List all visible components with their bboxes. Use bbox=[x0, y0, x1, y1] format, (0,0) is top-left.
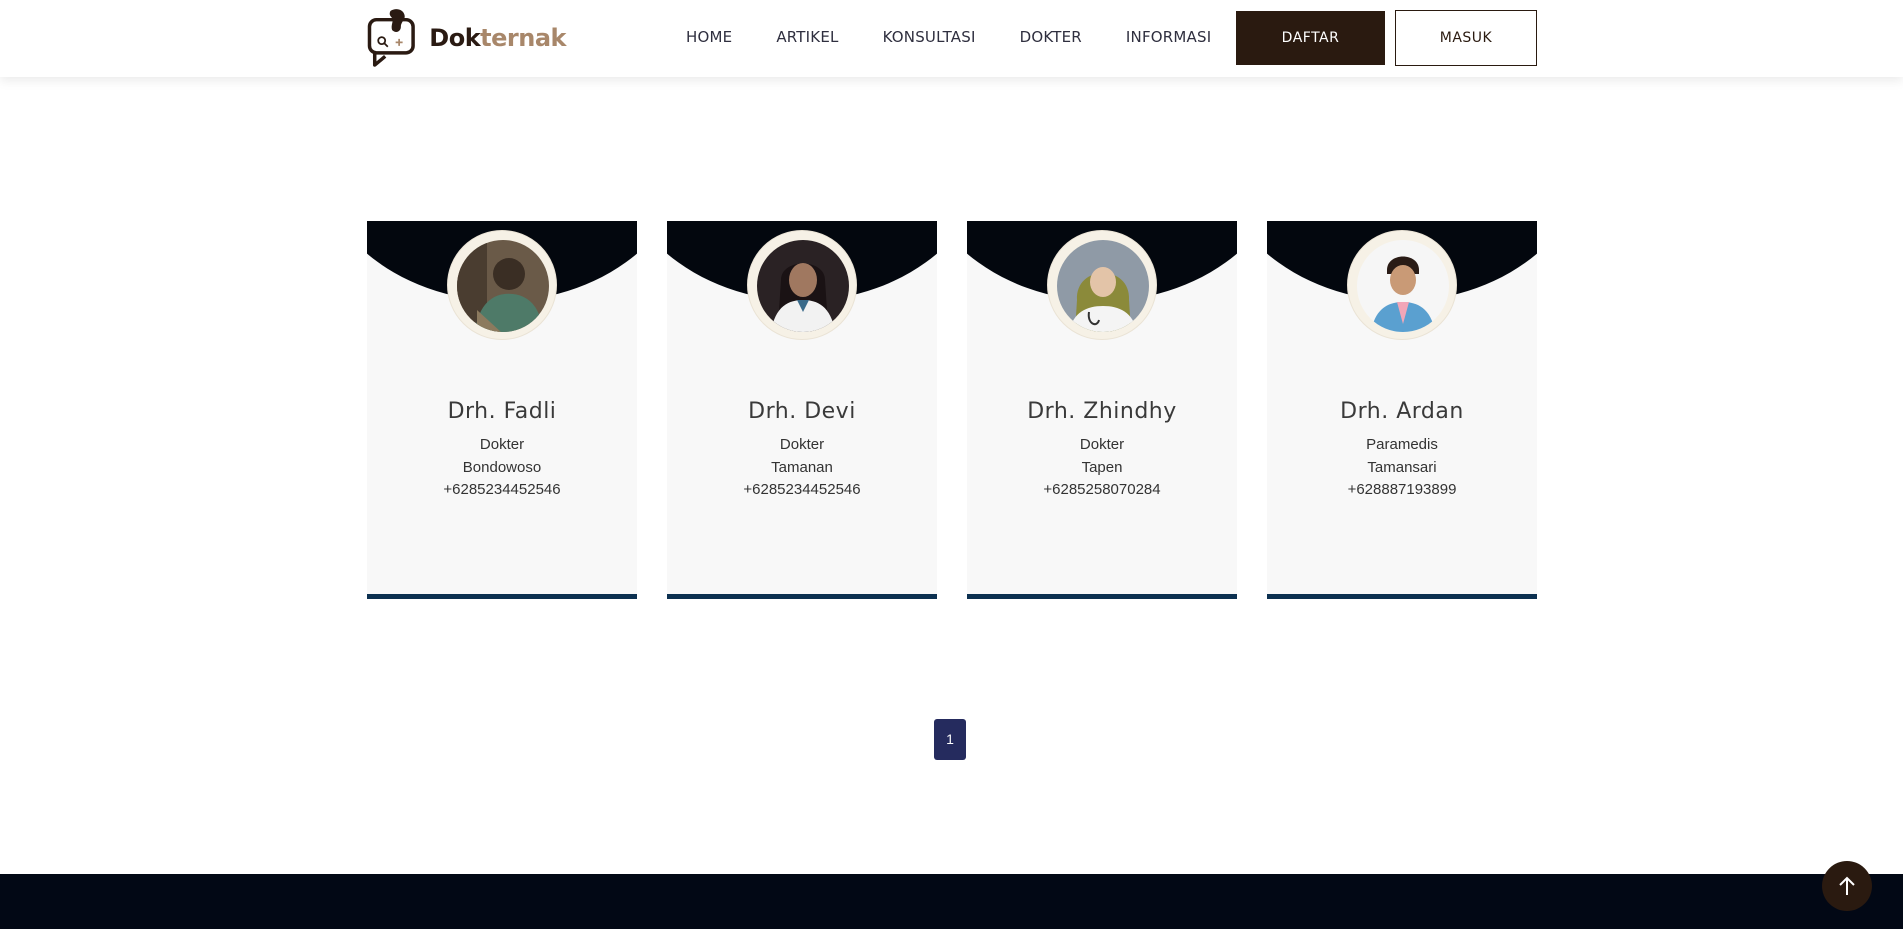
card-bottom-border bbox=[967, 594, 1237, 599]
avatar bbox=[447, 230, 557, 340]
doctor-name: Drh. Devi bbox=[748, 399, 856, 424]
doctor-name: Drh. Zhindhy bbox=[1027, 399, 1177, 424]
doctor-photo-icon bbox=[757, 240, 849, 332]
doctor-role: Paramedis bbox=[1366, 436, 1438, 453]
scroll-to-top-button[interactable] bbox=[1822, 861, 1872, 911]
doctor-photo-icon bbox=[1357, 240, 1449, 332]
brand-name: Dokternak bbox=[429, 24, 566, 52]
doctor-city: Tapen bbox=[1081, 459, 1123, 476]
nav-informasi[interactable]: INFORMASI bbox=[1126, 28, 1211, 46]
card-bottom-border bbox=[1267, 594, 1537, 599]
doctor-card: Drh. Zhindhy Dokter Tapen +6285258070284 bbox=[967, 221, 1237, 599]
doctor-city: Tamanan bbox=[771, 459, 833, 476]
avatar bbox=[1347, 230, 1457, 340]
login-button[interactable]: MASUK bbox=[1395, 10, 1537, 66]
main-nav: HOME ARTIKEL KONSULTASI DOKTER INFORMASI bbox=[686, 28, 1255, 46]
site-footer bbox=[0, 874, 1903, 929]
doctor-city: Tamansari bbox=[1367, 459, 1437, 476]
doctor-photo-icon bbox=[457, 240, 549, 332]
doctor-phone: +6285234452546 bbox=[443, 481, 561, 498]
doctor-phone: +6285234452546 bbox=[743, 481, 861, 498]
doctor-phone: +6285258070284 bbox=[1043, 481, 1161, 498]
doctor-phone: +628887193899 bbox=[1347, 481, 1457, 498]
register-button[interactable]: DAFTAR bbox=[1236, 11, 1385, 65]
doctor-city: Bondowoso bbox=[462, 459, 542, 476]
doctor-role: Dokter bbox=[779, 436, 825, 453]
doctor-role: Dokter bbox=[479, 436, 525, 453]
nav-home[interactable]: HOME bbox=[686, 28, 732, 46]
doctor-photo-icon bbox=[1057, 240, 1149, 332]
doctor-name: Drh. Ardan bbox=[1340, 399, 1464, 424]
pagination-page-1[interactable]: 1 bbox=[934, 719, 966, 760]
site-header: Dokternak HOME ARTIKEL KONSULTASI DOKTER… bbox=[0, 0, 1903, 77]
arrow-up-icon bbox=[1839, 876, 1855, 895]
doctor-card: Drh. Fadli Dokter Bondowoso +62852344525… bbox=[367, 221, 637, 599]
doctor-card: Drh. Devi Dokter Tamanan +6285234452546 bbox=[667, 221, 937, 599]
dokternak-logo-icon bbox=[367, 9, 415, 67]
card-bottom-border bbox=[367, 594, 637, 599]
brand-logo[interactable]: Dokternak bbox=[366, 2, 566, 74]
doctor-role: Dokter bbox=[1079, 436, 1125, 453]
avatar bbox=[747, 230, 857, 340]
doctor-card: Drh. Ardan Paramedis Tamansari +62888719… bbox=[1267, 221, 1537, 599]
nav-konsultasi[interactable]: KONSULTASI bbox=[883, 28, 976, 46]
avatar bbox=[1047, 230, 1157, 340]
doctor-name: Drh. Fadli bbox=[447, 399, 557, 424]
nav-dokter[interactable]: DOKTER bbox=[1020, 28, 1082, 46]
nav-artikel[interactable]: ARTIKEL bbox=[776, 28, 838, 46]
card-bottom-border bbox=[667, 594, 937, 599]
